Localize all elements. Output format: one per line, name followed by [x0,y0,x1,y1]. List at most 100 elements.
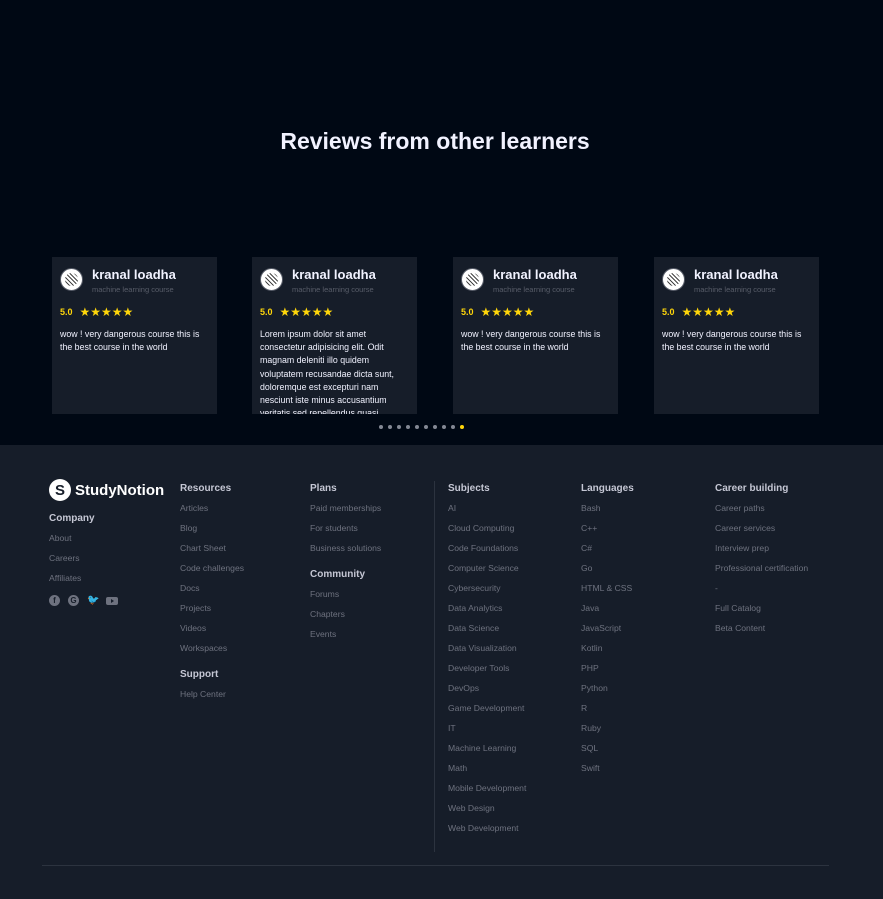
footer-link[interactable]: Videos [180,622,244,642]
footer-link[interactable]: Help Center [180,688,244,708]
footer-link[interactable]: Kotlin [581,642,634,662]
footer-link[interactable]: Forums [310,588,381,608]
footer-link[interactable]: Professional certification [715,562,808,582]
carousel-dot[interactable] [433,425,437,429]
footer-link[interactable]: Data Visualization [448,642,526,662]
footer-link[interactable]: Career services [715,522,808,542]
footer-link[interactable]: Data Analytics [448,602,526,622]
footer-link[interactable]: IT [448,722,526,742]
footer-column-company: Company About Careers Affiliates [49,513,95,592]
footer-link[interactable]: HTML & CSS [581,582,634,602]
footer-link[interactable]: Paid memberships [310,502,381,522]
review-text: Lorem ipsum dolor sit amet consectetur a… [260,329,394,414]
carousel-dot[interactable] [379,425,383,429]
carousel-pagination [379,425,464,429]
footer-link[interactable]: Beta Content [715,622,808,642]
footer-link[interactable]: Interview prep [715,542,808,562]
review-card: kranal loadha machine learning course 5.… [453,257,618,414]
footer-link[interactable]: Mobile Development [448,782,526,802]
footer-column-title: Community [310,569,365,580]
reviewer-course: machine learning course [92,285,174,294]
footer-link[interactable]: Machine Learning [448,742,526,762]
carousel-dot[interactable] [424,425,428,429]
footer-column-career: Career building Career paths Career servi… [715,483,808,642]
footer-column-title: Career building [715,483,789,494]
footer-link[interactable]: Computer Science [448,562,526,582]
footer-link[interactable]: - [715,582,808,602]
carousel-dot[interactable] [442,425,446,429]
review-card: kranal loadha machine learning course 5.… [654,257,819,414]
carousel-dot[interactable] [397,425,401,429]
google-icon[interactable]: G [68,595,79,606]
footer-link[interactable]: Math [448,762,526,782]
reviewer-name: kranal loadha [92,267,176,282]
footer-link[interactable]: Bash [581,502,634,522]
rating-value: 5.0 [60,307,73,317]
footer-link[interactable]: Go [581,562,634,582]
reviewer-name: kranal loadha [493,267,577,282]
footer-link[interactable]: JavaScript [581,622,634,642]
carousel-dot[interactable] [460,425,464,429]
footer-link[interactable]: Docs [180,582,244,602]
footer-link[interactable]: Cybersecurity [448,582,526,602]
review-text: wow ! very dangerous course this is the … [662,329,802,353]
carousel-dot[interactable] [451,425,455,429]
youtube-icon[interactable] [106,597,118,605]
footer-link[interactable]: Game Development [448,702,526,722]
footer-link[interactable]: Articles [180,502,244,522]
footer-link[interactable]: Blog [180,522,244,542]
logo-text: StudyNotion [75,481,165,499]
footer-link[interactable]: Careers [49,552,95,572]
footer-link[interactable]: Developer Tools [448,662,526,682]
footer-link[interactable]: Career paths [715,502,808,522]
footer-link[interactable]: Data Science [448,622,526,642]
footer-link[interactable]: C# [581,542,634,562]
footer-link[interactable]: PHP [581,662,634,682]
footer-divider [434,481,435,852]
footer-link[interactable]: For students [310,522,381,542]
rating-value: 5.0 [662,307,675,317]
reviewer-course: machine learning course [493,285,575,294]
footer-column-title: Plans [310,483,337,494]
avatar [461,268,484,291]
footer-link[interactable]: About [49,532,95,552]
carousel-dot[interactable] [406,425,410,429]
footer-column-plans: Plans Paid memberships For students Busine… [310,483,381,648]
footer-column-title: Resources [180,483,232,494]
footer-column-title: Subjects [448,483,490,494]
footer-link[interactable]: Projects [180,602,244,622]
footer-link[interactable]: Chapters [310,608,381,628]
social-links: f G 🐦 [49,595,118,606]
footer-link[interactable]: Code challenges [180,562,244,582]
footer-column-languages: Languages Bash C++ C# Go HTML & CSS Java JavaS… [581,483,634,782]
footer-link[interactable]: Code Foundations [448,542,526,562]
footer-link[interactable]: Ruby [581,722,634,742]
footer-link[interactable]: Workspaces [180,642,244,662]
footer-link[interactable]: C++ [581,522,634,542]
footer-link[interactable]: Full Catalog [715,602,808,622]
footer-link[interactable]: Python [581,682,634,702]
footer-link[interactable]: Cloud Computing [448,522,526,542]
footer-link[interactable]: R [581,702,634,722]
footer-link[interactable]: Affiliates [49,572,95,592]
review-card: kranal loadha machine learning course 5.… [252,257,417,414]
footer-link[interactable]: Chart Sheet [180,542,244,562]
avatar [260,268,283,291]
footer-link[interactable]: SQL [581,742,634,762]
reviewer-name: kranal loadha [292,267,376,282]
twitter-icon[interactable]: 🐦 [87,595,99,606]
footer-link[interactable]: Business solutions [310,542,381,562]
footer-link[interactable]: Java [581,602,634,622]
footer-link[interactable]: Web Development [448,822,526,842]
carousel-dot[interactable] [415,425,419,429]
facebook-icon[interactable]: f [49,595,60,606]
footer-link[interactable]: Web Design [448,802,526,822]
footer-column-title: Support [180,669,219,680]
footer-link[interactable]: Events [310,628,381,648]
carousel-dot[interactable] [388,425,392,429]
footer-link[interactable]: AI [448,502,526,522]
footer-link[interactable]: DevOps [448,682,526,702]
studynotion-logo[interactable]: S StudyNotion [49,479,164,501]
footer-column-resources: Resources Articles Blog Chart Sheet Code ch… [180,483,244,708]
footer-link[interactable]: Swift [581,762,634,782]
